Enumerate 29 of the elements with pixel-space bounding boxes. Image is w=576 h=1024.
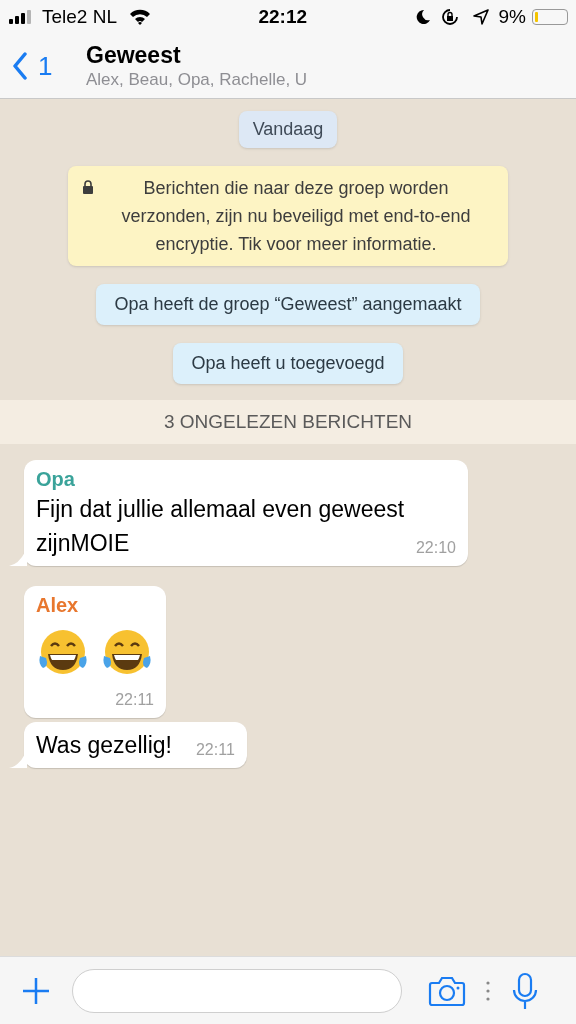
back-button[interactable]: 1 — [0, 46, 86, 86]
rotation-lock-icon — [440, 8, 459, 26]
message-time: 22:11 — [195, 740, 235, 760]
sender-name: Alex — [36, 593, 80, 618]
message-text: Fijn dat jullie allemaal even geweest zijnMOIE — [36, 496, 405, 556]
message-text: Was gezellig! — [36, 732, 172, 758]
battery-percentage: 9% — [498, 4, 526, 29]
lock-icon — [82, 180, 94, 195]
message-time: 22:11 — [115, 690, 154, 710]
signal-icon — [8, 10, 34, 24]
message-input-field[interactable] — [72, 968, 402, 1013]
chat-title[interactable]: Geweest — [86, 41, 308, 69]
message-time: 22:10 — [415, 538, 456, 558]
back-chevron-icon[interactable] — [12, 52, 28, 80]
location-arrow-icon — [472, 9, 489, 25]
date-badge: Vandaag — [238, 111, 338, 148]
sender-name: Opa — [36, 467, 76, 492]
system-event: Opa heeft de groep “Geweest” aangemaakt — [96, 284, 480, 325]
unread-banner: 3 ONGELEZEN BERICHTEN — [0, 400, 576, 444]
moon-icon — [414, 9, 431, 25]
camera-icon[interactable] — [428, 974, 466, 1007]
microphone-icon[interactable] — [512, 971, 538, 1010]
carrier-name: Tele2 NL — [42, 4, 117, 29]
more-dots-icon — [486, 980, 490, 1001]
wifi-icon — [129, 9, 151, 25]
clock-time: 22:12 — [258, 4, 308, 29]
system-event: Opa heeft u toegevoegd — [173, 343, 403, 384]
battery-icon — [532, 9, 568, 25]
encryption-notice-text[interactable]: Berichten die naar deze groep worden verzonden, zijn nu beveiligd met end-to-end encryptie. Tik voor meer informatie. — [98, 174, 494, 258]
